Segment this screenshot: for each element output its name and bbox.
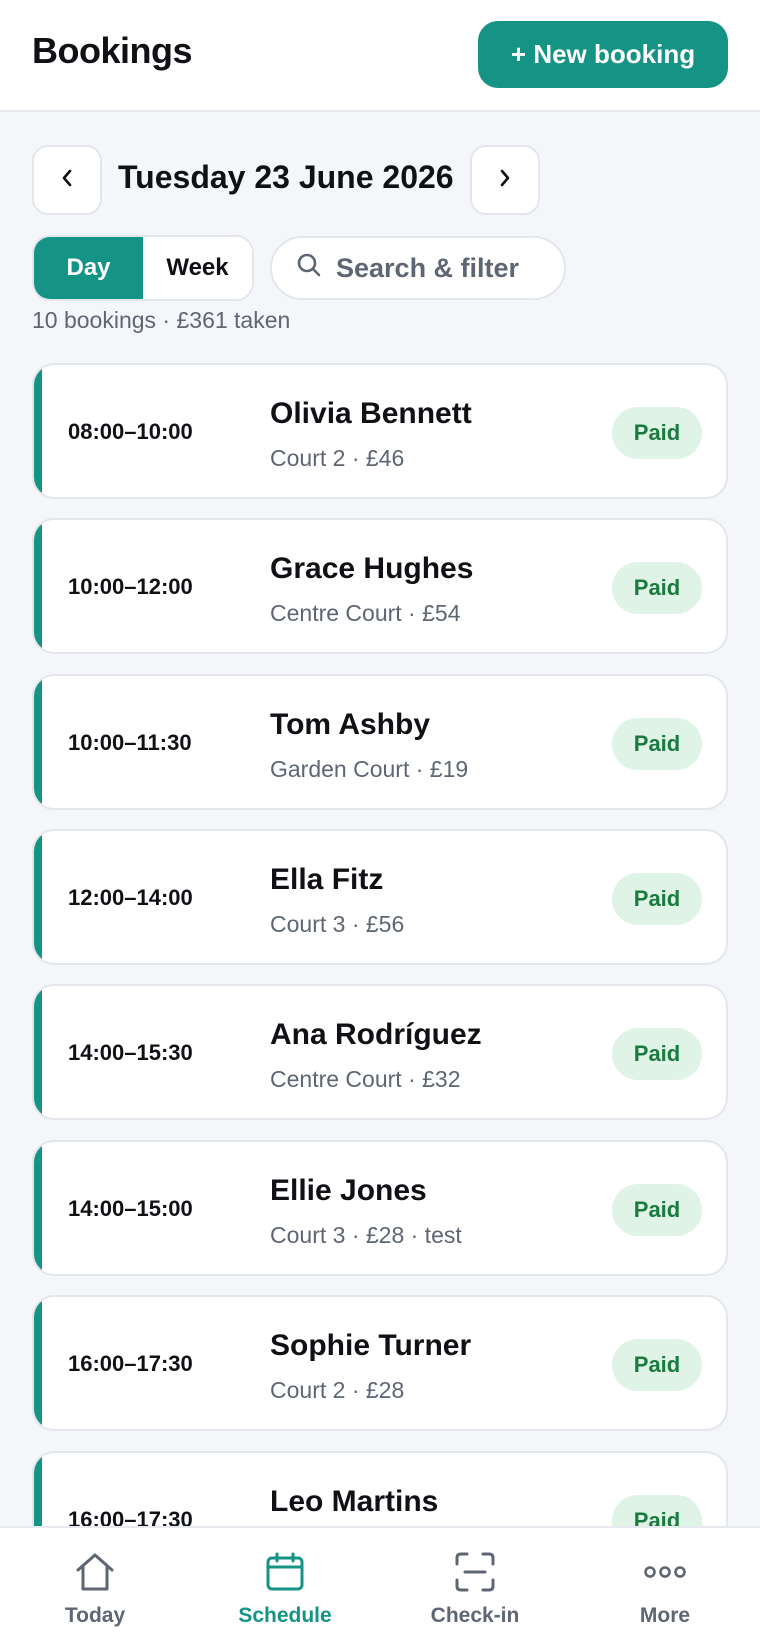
booking-time: 14:00–15:00 — [68, 1196, 193, 1221]
booking-time: 16:00–17:30 — [68, 1351, 193, 1376]
status-badge: Paid — [612, 873, 702, 925]
booking-accent-bar — [34, 1142, 42, 1274]
chevron-right-icon — [498, 168, 512, 193]
booking-detail: Garden Court · £19 — [270, 756, 469, 782]
booking-name: Ana Rodríguez — [270, 1018, 482, 1051]
booking-accent-bar — [34, 1297, 42, 1429]
booking-time: 10:00–12:00 — [68, 574, 193, 599]
booking-detail: Court 2 · £46 — [270, 445, 405, 471]
scan-icon — [454, 1550, 496, 1594]
booking-time: 10:00–11:30 — [68, 730, 192, 755]
booking-card[interactable]: 10:00–11:30 Tom Ashby Garden Court · £19… — [32, 674, 728, 810]
booking-name: Ella Fitz — [270, 863, 384, 896]
booking-detail: Centre Court · £32 — [270, 1066, 461, 1092]
more-dots-icon — [644, 1550, 686, 1594]
booking-card[interactable]: 08:00–10:00 Olivia Bennett Court 2 · £46… — [32, 363, 728, 499]
new-booking-button[interactable]: + New booking — [478, 21, 728, 88]
booking-detail: Court 3 · £28 · test — [270, 1222, 462, 1248]
search-filter-button[interactable]: Search & filter — [270, 236, 566, 300]
booking-accent-bar — [34, 986, 42, 1118]
status-badge: Paid — [612, 718, 702, 770]
tab-label: Check-in — [430, 1604, 520, 1627]
booking-name: Ellie Jones — [270, 1174, 427, 1207]
view-day-tab[interactable]: Day — [34, 237, 143, 299]
booking-card[interactable]: 12:00–14:00 Ella Fitz Court 3 · £56 Paid — [32, 829, 728, 965]
booking-detail: Centre Court · £54 — [270, 600, 461, 626]
tab-today[interactable]: Today — [0, 1528, 190, 1645]
search-filter-label: Search & filter — [336, 252, 520, 283]
booking-name: Sophie Turner — [270, 1329, 472, 1362]
booking-accent-bar — [34, 676, 42, 808]
booking-name: Grace Hughes — [270, 552, 474, 585]
booking-time: 12:00–14:00 — [68, 885, 193, 910]
booking-name: Tom Ashby — [270, 708, 431, 741]
booking-card[interactable]: 14:00–15:00 Ellie Jones Court 3 · £28 · … — [32, 1140, 728, 1276]
tab-label: Schedule — [238, 1604, 332, 1627]
next-day-button[interactable] — [470, 145, 540, 215]
view-week-tab[interactable]: Week — [143, 237, 252, 299]
tab-schedule[interactable]: Schedule — [190, 1528, 380, 1645]
booking-card[interactable]: 16:00–17:30 Sophie Turner Court 2 · £28 … — [32, 1295, 728, 1431]
date-navigator: Tuesday 23 June 2026 — [32, 145, 732, 215]
booking-detail: Court 3 · £56 — [270, 911, 405, 937]
home-icon — [74, 1550, 116, 1594]
booking-card[interactable]: 14:00–15:30 Ana Rodríguez Centre Court ·… — [32, 984, 728, 1120]
search-icon — [296, 252, 336, 285]
booking-accent-bar — [34, 831, 42, 963]
bookings-summary: 10 bookings · £361 taken — [32, 307, 291, 333]
booking-time: 08:00–10:00 — [68, 419, 193, 444]
status-badge: Paid — [612, 562, 702, 614]
tab-more[interactable]: More — [570, 1528, 760, 1645]
current-date: Tuesday 23 June 2026 — [118, 159, 454, 195]
booking-accent-bar — [34, 520, 42, 652]
tab-label: More — [639, 1604, 691, 1627]
booking-card[interactable]: 10:00–12:00 Grace Hughes Centre Court · … — [32, 518, 728, 654]
calendar-icon — [265, 1550, 305, 1594]
previous-day-button[interactable] — [32, 145, 102, 215]
status-badge: Paid — [612, 1339, 702, 1391]
status-badge: Paid — [612, 407, 702, 459]
booking-name: Olivia Bennett — [270, 397, 472, 430]
page-title: Bookings — [32, 30, 193, 71]
booking-accent-bar — [34, 365, 42, 497]
tab-check-in[interactable]: Check-in — [380, 1528, 570, 1645]
chevron-left-icon — [60, 168, 74, 193]
booking-detail: Court 2 · £28 — [270, 1377, 405, 1403]
app-header: Bookings + New booking — [0, 0, 760, 112]
status-badge: Paid — [612, 1028, 702, 1080]
booking-time: 14:00–15:30 — [68, 1040, 193, 1065]
tab-label: Today — [64, 1604, 126, 1627]
booking-name: Leo Martins — [270, 1485, 439, 1518]
bottom-tab-bar: Today Schedule Check-in More — [0, 1526, 760, 1645]
view-toggle: Day Week — [32, 235, 254, 301]
status-badge: Paid — [612, 1184, 702, 1236]
